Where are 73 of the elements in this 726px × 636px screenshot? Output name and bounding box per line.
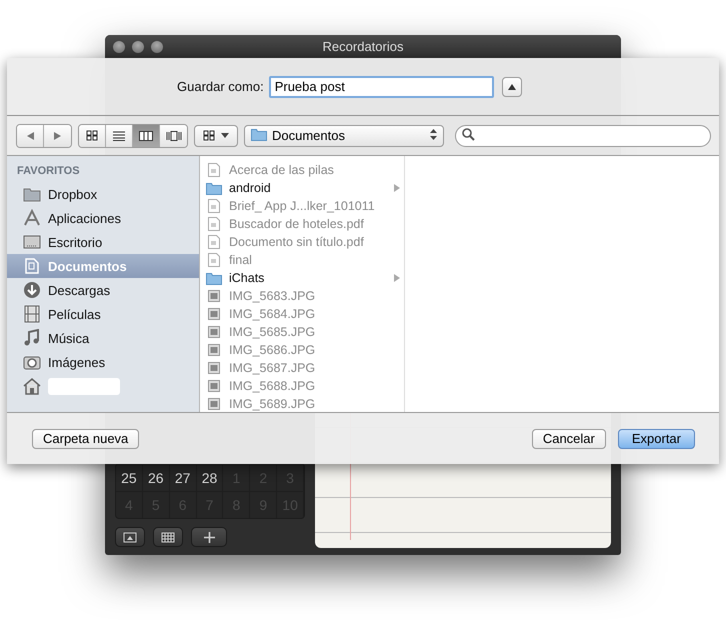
- expand-button[interactable]: [502, 76, 522, 96]
- view-mode-button[interactable]: [106, 124, 133, 146]
- screen-icon: [123, 532, 137, 542]
- sidebar-section-header: FAVORITOS: [16, 165, 81, 179]
- add-button[interactable]: [191, 527, 227, 547]
- film-icon: [23, 305, 41, 323]
- new-folder-button[interactable]: Carpeta nueva: [32, 428, 140, 448]
- sidebar-item[interactable]: Documentos: [7, 254, 199, 278]
- arrange-button[interactable]: [194, 124, 238, 146]
- window-control-button[interactable]: [132, 40, 144, 52]
- disclosure-triangle-icon: [394, 274, 400, 282]
- plus-icon: [204, 532, 214, 542]
- view-mode-button[interactable]: [160, 124, 187, 146]
- sidebar-item[interactable]: Escritorio: [7, 230, 199, 254]
- file-row[interactable]: android: [200, 179, 404, 197]
- document-icon: [208, 163, 220, 177]
- triangle-icon: [508, 84, 516, 90]
- folder-icon: [251, 128, 267, 140]
- export-button[interactable]: Exportar: [618, 428, 695, 448]
- desktop-icon: [23, 233, 41, 251]
- window-control-button[interactable]: [113, 40, 125, 52]
- view-mode-button[interactable]: [133, 124, 160, 146]
- folder-icon: [206, 182, 222, 194]
- image-file-icon: [208, 397, 220, 411]
- calendar-icon-button[interactable]: [153, 527, 183, 547]
- up-down-arrows-icon: [430, 129, 437, 140]
- search-icon: [462, 128, 475, 140]
- grid-icon: [203, 130, 215, 141]
- search-field[interactable]: [455, 124, 711, 146]
- folder-icon: [206, 272, 222, 284]
- app-letter-icon: [23, 209, 41, 227]
- image-file-icon: [208, 289, 220, 303]
- sidebar-item[interactable]: Dropbox: [7, 182, 199, 206]
- navigation-control[interactable]: [16, 124, 72, 148]
- left-triangle-icon: [26, 132, 34, 140]
- music-note-icon: [23, 329, 41, 347]
- cover-flow-icon: [166, 130, 182, 140]
- image-file-icon: [208, 361, 220, 375]
- image-file-icon: [208, 307, 220, 321]
- sidebar-item[interactable]: Imágenes: [7, 350, 199, 374]
- document-icon: [208, 199, 220, 213]
- image-file-icon: [208, 379, 220, 393]
- house-icon: [23, 377, 41, 395]
- right-triangle-icon: [54, 132, 61, 140]
- window-title: Recordatorios: [322, 39, 404, 54]
- sidebar-item[interactable]: Películas: [7, 302, 199, 326]
- sidebar-item[interactable]: Aplicaciones: [7, 206, 199, 230]
- download-icon: [23, 281, 41, 299]
- caret-icon: [221, 133, 229, 138]
- document-icon: [208, 235, 220, 249]
- document-icon: [208, 253, 220, 267]
- view-mode-button[interactable]: [79, 124, 106, 146]
- grid-icon: [86, 130, 98, 141]
- save-as-label: Guardar como:: [177, 79, 264, 94]
- cancel-button[interactable]: Cancelar: [532, 428, 606, 448]
- columns-icon: [139, 130, 153, 140]
- window-control-button[interactable]: [151, 40, 163, 52]
- forward-button[interactable]: [44, 124, 71, 146]
- document-icon: [208, 217, 220, 231]
- image-file-icon: [208, 325, 220, 339]
- list-icon: [113, 130, 125, 140]
- screen-icon-button[interactable]: [115, 527, 145, 547]
- location-popup[interactable]: Documentos: [244, 124, 444, 146]
- file-name-field[interactable]: Prueba post: [268, 76, 494, 98]
- back-button[interactable]: [17, 124, 44, 146]
- document-icon: [23, 257, 41, 275]
- sidebar-item[interactable]: Descargas: [7, 278, 199, 302]
- grid-icon: [161, 532, 175, 542]
- view-mode-control[interactable]: [78, 124, 188, 148]
- sidebar-item[interactable]: Música: [7, 326, 199, 350]
- disclosure-triangle-icon: [394, 184, 400, 192]
- image-file-icon: [208, 343, 220, 357]
- file-row[interactable]: iChats: [200, 269, 404, 287]
